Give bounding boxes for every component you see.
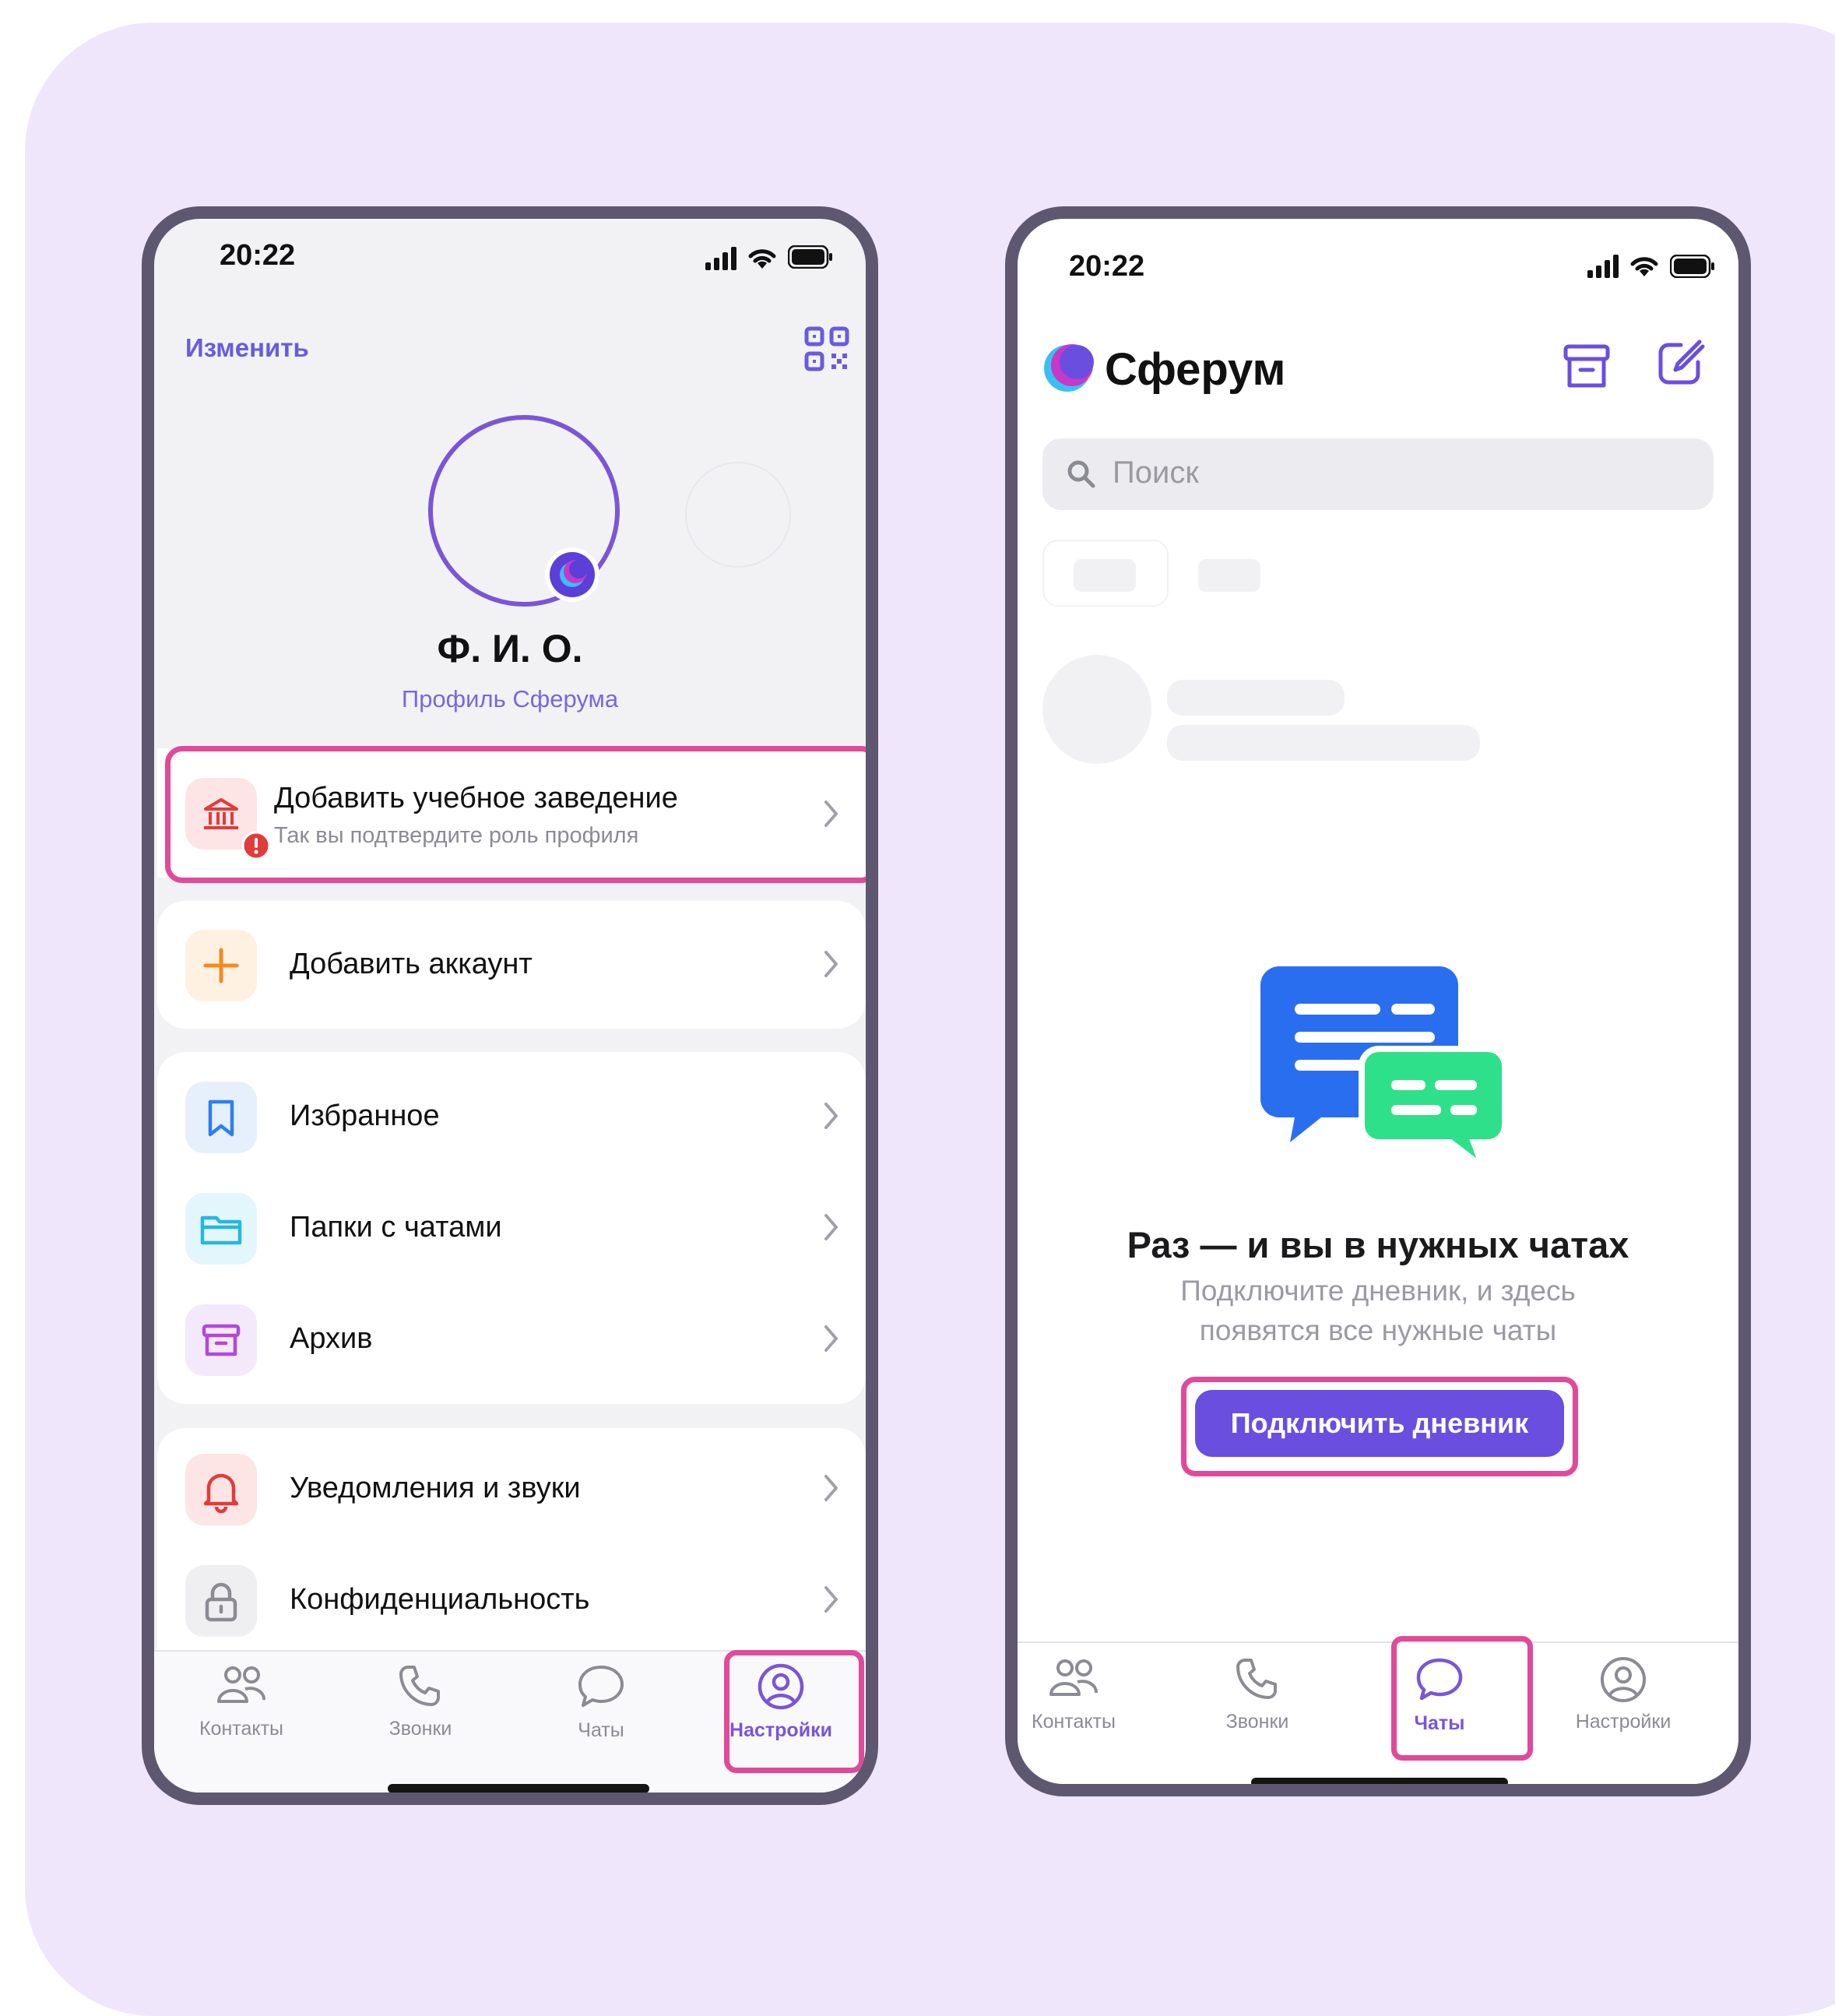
archive-icon[interactable] (1561, 340, 1612, 392)
qr-code-icon[interactable] (803, 325, 850, 372)
profile-subtitle[interactable]: Профиль Сферума (154, 685, 866, 713)
empty-state-line-2: появятся все нужные чаты (1199, 1314, 1557, 1346)
archive-row[interactable]: Архив (157, 1284, 866, 1395)
privacy-label: Конфиденциальность (290, 1583, 590, 1616)
message-skeleton (1167, 725, 1480, 761)
bell-icon (185, 1454, 257, 1525)
bookmark-icon (185, 1082, 257, 1153)
tab-contacts-label: Контакты (199, 1718, 283, 1740)
sferum-badge-icon (543, 546, 601, 603)
status-time: 20:22 (220, 239, 296, 272)
chevron-right-icon (824, 950, 839, 982)
status-time: 20:22 (1069, 250, 1145, 283)
tab-contacts[interactable]: Контакты (1018, 1657, 1144, 1733)
add-account-row[interactable]: Добавить аккаунт (157, 909, 866, 1020)
folder-icon (185, 1193, 257, 1265)
app-title: Сферум (1105, 344, 1286, 395)
chevron-right-icon (824, 1102, 839, 1134)
phone-settings-screen: 20:22 Изменить Ф. И. О. Профиль Сферума … (142, 206, 878, 1805)
profile-circle-icon (1601, 1657, 1646, 1702)
wifi-icon (746, 244, 779, 270)
tab-contacts-label: Контакты (1032, 1711, 1116, 1733)
name-skeleton (1167, 680, 1345, 716)
chat-folders-label: Папки с чатами (290, 1211, 502, 1244)
tab-chats-label: Чаты (578, 1719, 624, 1741)
settings-tab-highlight (724, 1650, 864, 1773)
phone-icon (1236, 1659, 1277, 1699)
chevron-right-icon (824, 1213, 839, 1245)
privacy-row[interactable]: Конфиденциальность (157, 1545, 866, 1655)
chat-bubbles-illustration-icon (1260, 966, 1510, 1169)
empty-state-line-1: Подключите дневник, и здесь (1180, 1275, 1576, 1307)
home-indicator (1251, 1778, 1508, 1784)
lock-icon (185, 1565, 257, 1637)
tab-contacts[interactable]: Контакты (171, 1664, 311, 1740)
tab-bar: Контакты Звонки Чаты Настройки (1018, 1641, 1738, 1784)
notifications-label: Уведомления и звуки (290, 1472, 581, 1504)
phone-chats-screen: 20:22 Сферум Поиск Раз — и вы в нужных ч… (1005, 206, 1751, 1796)
tab-calls-label: Звонки (388, 1718, 452, 1740)
tab-calls[interactable]: Звонки (1187, 1657, 1327, 1733)
search-input[interactable]: Поиск (1042, 438, 1714, 510)
library-card: Избранное Папки с чатами Архив (157, 1052, 866, 1404)
chevron-right-icon (824, 1585, 839, 1617)
battery-icon (1670, 255, 1715, 278)
tab-calls[interactable]: Звонки (350, 1664, 490, 1740)
favorites-row[interactable]: Избранное (157, 1061, 866, 1172)
contacts-icon (1049, 1659, 1099, 1696)
avatar-skeleton (1042, 655, 1151, 764)
edit-link[interactable]: Изменить (185, 333, 309, 363)
add-account-label: Добавить аккаунт (290, 948, 533, 980)
tab-settings-label: Настройки (1575, 1711, 1672, 1733)
filter-chip-skeleton (1198, 559, 1260, 592)
connect-diary-highlight (1181, 1377, 1578, 1476)
home-indicator (388, 1784, 649, 1793)
tab-settings[interactable]: Настройки (1553, 1655, 1693, 1733)
avatar-placeholder (685, 462, 791, 568)
phone-icon (399, 1666, 440, 1706)
chat-bubble-icon (578, 1666, 624, 1707)
add-school-highlight (165, 746, 866, 883)
search-icon (1066, 459, 1097, 490)
plus-icon (185, 930, 257, 1001)
profile-name: Ф. И. О. (437, 627, 583, 670)
archive-icon (185, 1304, 257, 1376)
cellular-signal-icon (1587, 255, 1622, 278)
battery-icon (788, 245, 833, 269)
cellular-signal-icon (705, 247, 740, 270)
chats-tab-highlight (1391, 1636, 1533, 1761)
tab-chats[interactable]: Чаты (531, 1664, 671, 1742)
compose-icon[interactable] (1654, 337, 1706, 389)
chat-folders-row[interactable]: Папки с чатами (157, 1173, 866, 1283)
wifi-icon (1628, 252, 1661, 278)
favorites-label: Избранное (290, 1099, 440, 1132)
empty-state-title: Раз — и вы в нужных чатах (1127, 1224, 1629, 1265)
archive-label: Архив (290, 1322, 373, 1355)
notifications-row[interactable]: Уведомления и звуки (157, 1434, 866, 1544)
contacts-icon (217, 1666, 266, 1703)
chevron-right-icon (824, 1474, 839, 1506)
chevron-right-icon (824, 1325, 839, 1356)
search-placeholder: Поиск (1113, 456, 1199, 490)
sferum-logo-icon (1041, 342, 1094, 395)
tab-calls-label: Звонки (1225, 1711, 1289, 1733)
add-account-card: Добавить аккаунт (157, 901, 866, 1029)
filter-chip-text-skeleton (1074, 559, 1136, 592)
